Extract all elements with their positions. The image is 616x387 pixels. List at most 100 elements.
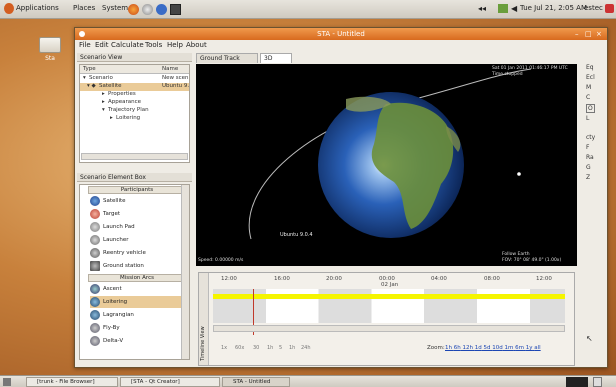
workspace-switcher[interactable] — [566, 377, 588, 387]
window-titlebar[interactable]: STA - Untitled – □ × — [75, 28, 607, 40]
task-qt-creator[interactable]: [STA - Qt Creator] — [120, 377, 220, 387]
menu-applications[interactable]: Applications — [16, 4, 59, 12]
participants-header[interactable]: Participants — [88, 186, 186, 194]
tree-row-scenario[interactable]: ▾ Scenario New scen — [80, 75, 189, 83]
toolbar-ecliptic-button[interactable]: Ecl — [586, 74, 595, 81]
tree-row-satellite[interactable]: ▾ ◆ Satellite Ubuntu 9. — [80, 83, 189, 91]
tree-row-loitering[interactable]: ▸ Loitering — [80, 115, 189, 123]
toolbar-f-button[interactable]: F — [586, 144, 589, 151]
shutdown-icon[interactable] — [605, 4, 614, 13]
help-launcher-icon[interactable] — [156, 4, 167, 15]
toolbar-ra-button[interactable]: Ra — [586, 154, 594, 161]
column-name[interactable]: Name — [162, 66, 178, 72]
show-desktop-icon[interactable] — [3, 378, 11, 386]
zoom-1d-link[interactable]: 1d — [475, 345, 482, 351]
menu-edit[interactable]: Edit — [95, 41, 109, 49]
zoom-6m-link[interactable]: 6m — [515, 345, 524, 351]
participant-ground-station[interactable]: Ground station — [90, 260, 185, 272]
arc-loitering[interactable]: Loitering — [90, 296, 185, 308]
arc-delta-v[interactable]: Delta-V — [90, 335, 185, 347]
3d-view[interactable]: Sat 01 Jan 2011 01:46:17 PM UTC Time sto… — [196, 64, 577, 266]
tree-row-trajectory-plan[interactable]: ▾ Trajectory Plan — [80, 107, 189, 115]
mission-arcs-header[interactable]: Mission Arcs — [88, 274, 186, 282]
tree-row-properties[interactable]: ▸ Properties — [80, 91, 189, 99]
zoom-5d-link[interactable]: 5d — [483, 345, 490, 351]
toolbar-equator-button[interactable]: Eq — [586, 64, 594, 71]
satellite-icon — [90, 195, 100, 206]
toolbar-o-button[interactable]: O — [586, 104, 595, 113]
toolbar-m-button[interactable]: M — [586, 84, 591, 91]
firefox-launcher-icon[interactable] — [128, 4, 139, 15]
launcher-icon — [90, 234, 100, 245]
timeline-scrollbar[interactable] — [213, 325, 565, 332]
maximize-icon[interactable]: □ — [585, 28, 592, 40]
tree-horizontal-scrollbar[interactable] — [81, 153, 188, 160]
menu-about[interactable]: About — [186, 41, 207, 49]
arc-lagrangian[interactable]: Lagrangian — [90, 309, 185, 321]
desktop-icon-sta[interactable]: Sta — [35, 37, 65, 62]
clock[interactable]: Tue Jul 21, 2:05 AM — [520, 4, 587, 12]
user-name[interactable]: estec — [584, 4, 603, 12]
timeline-track[interactable] — [213, 289, 565, 335]
mission-arc-bar[interactable] — [213, 294, 565, 299]
menu-system[interactable]: System — [102, 4, 128, 12]
zoom-1m-link[interactable]: 1m — [504, 345, 513, 351]
scenario-view-title: Scenario View — [77, 53, 192, 62]
tree-row-appearance[interactable]: ▸ Appearance — [80, 99, 189, 107]
arc-ascent[interactable]: Ascent — [90, 283, 185, 295]
tick-5: 04:00 — [431, 276, 447, 282]
lagrangian-icon — [90, 309, 100, 320]
speed-tick-2: 60x — [235, 345, 245, 351]
fov-readout: FOV: 70° 08' 49.0" (1.00x) — [502, 258, 562, 263]
menu-places[interactable]: Places — [73, 4, 95, 12]
toolbar-z-button[interactable]: Z — [586, 174, 590, 181]
tab-3d-view[interactable]: 3D View — [260, 53, 292, 72]
arc-fly-by[interactable]: Fly-By — [90, 322, 185, 334]
participant-launcher[interactable]: Launcher — [90, 234, 185, 246]
participant-reentry-vehicle[interactable]: Reentry vehicle — [90, 247, 185, 259]
time-status: Time stopped — [492, 72, 523, 77]
speed-tick-4: 1h — [267, 345, 274, 351]
tick-2: 16:00 — [274, 276, 290, 282]
follow-status: Follow Earth — [502, 252, 530, 257]
terminal-launcher-icon[interactable] — [170, 4, 181, 15]
zoom-10d-link[interactable]: 10d — [492, 345, 503, 351]
network-icon[interactable]: ◂◂ — [478, 4, 486, 13]
menu-tools[interactable]: Tools — [145, 41, 162, 49]
toolbar-cty-button[interactable]: cty — [586, 134, 595, 141]
window-menu-icon[interactable] — [79, 31, 85, 37]
toolbar-g-button[interactable]: G — [586, 164, 591, 171]
main-window: STA - Untitled – □ × File Edit Calculate… — [74, 27, 608, 368]
window-title: STA - Untitled — [317, 30, 365, 38]
participant-target[interactable]: Target — [90, 208, 185, 220]
task-sta-untitled[interactable]: STA - Untitled — [222, 377, 290, 387]
view-datetime: Sat 01 Jan 2011 01:46:17 PM UTC — [492, 66, 568, 71]
globe-launcher-icon[interactable] — [142, 4, 153, 15]
menu-help[interactable]: Help — [167, 41, 183, 49]
participant-launch-pad[interactable]: Launch Pad — [90, 221, 185, 233]
participant-satellite[interactable]: Satellite — [90, 195, 185, 207]
zoom-1h-link[interactable]: 1h — [445, 345, 452, 351]
speed-tick-1: 1x — [221, 345, 228, 351]
volume-icon[interactable]: ◀ — [511, 4, 517, 13]
element-box-list: Participants Satellite Target Launch Pad… — [79, 184, 190, 360]
satellite-marker[interactable] — [517, 172, 521, 176]
element-box-panel: Scenario Element Box Participants Satell… — [77, 173, 192, 363]
close-icon[interactable]: × — [596, 28, 602, 40]
trash-icon[interactable] — [593, 377, 602, 387]
toolbar-l-button[interactable]: L — [586, 115, 589, 122]
zoom-6h-link[interactable]: 6h — [454, 345, 461, 351]
toolbar-c-button[interactable]: C — [586, 94, 590, 101]
column-type[interactable]: Type — [83, 66, 96, 72]
tab-ground-track-view[interactable]: Ground Track View — [196, 53, 258, 72]
element-box-scrollbar[interactable] — [181, 185, 189, 359]
zoom-12h-link[interactable]: 12h — [463, 345, 473, 351]
zoom-1y-link[interactable]: 1y — [526, 345, 533, 351]
menu-file[interactable]: File — [79, 41, 91, 49]
speed-tick-3: 30 — [253, 345, 260, 351]
task-file-browser[interactable]: [trunk - File Browser] — [26, 377, 118, 387]
zoom-all-link[interactable]: all — [534, 345, 540, 351]
minimize-icon[interactable]: – — [575, 28, 579, 40]
mail-icon[interactable] — [498, 4, 508, 13]
menu-calculate[interactable]: Calculate — [111, 41, 144, 49]
